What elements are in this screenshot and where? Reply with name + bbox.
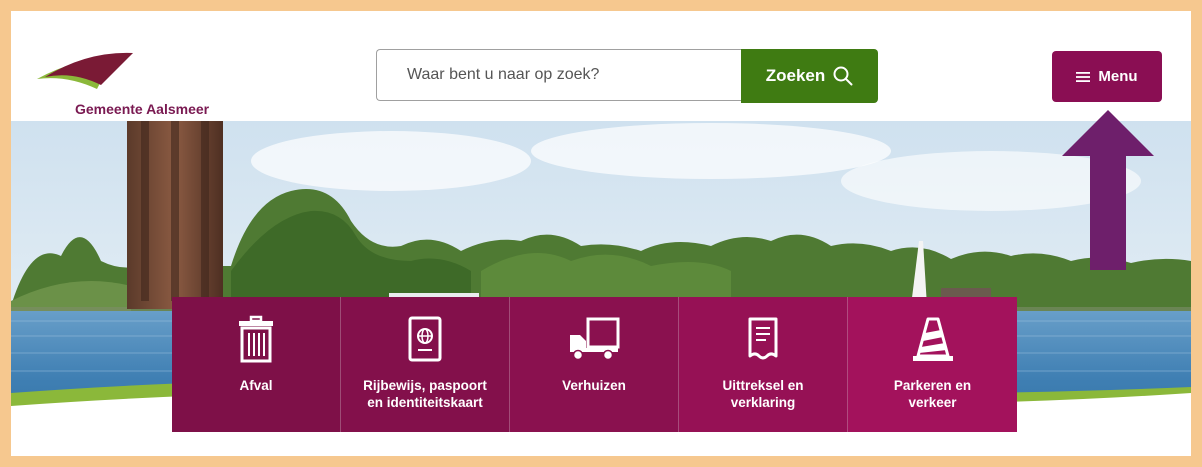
traffic-cone-icon [912, 317, 953, 361]
menu-button-label: Menu [1098, 68, 1138, 85]
document-icon [748, 317, 778, 360]
logo-mark [37, 52, 133, 89]
tile-label: Parkeren en verkeer [893, 378, 972, 410]
search-input[interactable] [376, 49, 756, 101]
hamburger-icon [1076, 71, 1091, 82]
arrow-up-icon [1062, 110, 1154, 270]
tile-label: Verhuizen [562, 378, 626, 393]
search-icon [833, 66, 853, 86]
tile-label: Rijbewijs, paspoort en identiteitskaart [363, 378, 487, 410]
truck-icon [570, 317, 620, 361]
tile-parkeren[interactable]: Parkeren en verkeer [848, 297, 1017, 432]
logo-text: Gemeente Aalsmeer [75, 101, 210, 117]
tile-label: Uittreksel en verklaring [722, 378, 804, 410]
search-button[interactable]: Zoeken [741, 49, 878, 103]
trash-icon [239, 315, 273, 363]
quick-tiles: Afval Rijbewijs, paspoort en identiteits… [172, 297, 1017, 432]
search-form: Zoeken [376, 49, 878, 103]
page-frame: Gemeente Aalsmeer Zoeken Menu [11, 11, 1191, 456]
tile-verhuizen[interactable]: Verhuizen [510, 297, 679, 432]
passport-icon [408, 316, 442, 362]
tile-rijbewijs[interactable]: Rijbewijs, paspoort en identiteitskaart [341, 297, 510, 432]
logo[interactable]: Gemeente Aalsmeer [37, 49, 210, 117]
menu-button[interactable]: Menu [1052, 51, 1162, 102]
tile-label: Afval [239, 378, 273, 393]
search-button-label: Zoeken [765, 66, 826, 85]
tile-uittreksel[interactable]: Uittreksel en verklaring [679, 297, 848, 432]
tile-afval[interactable]: Afval [172, 297, 341, 432]
